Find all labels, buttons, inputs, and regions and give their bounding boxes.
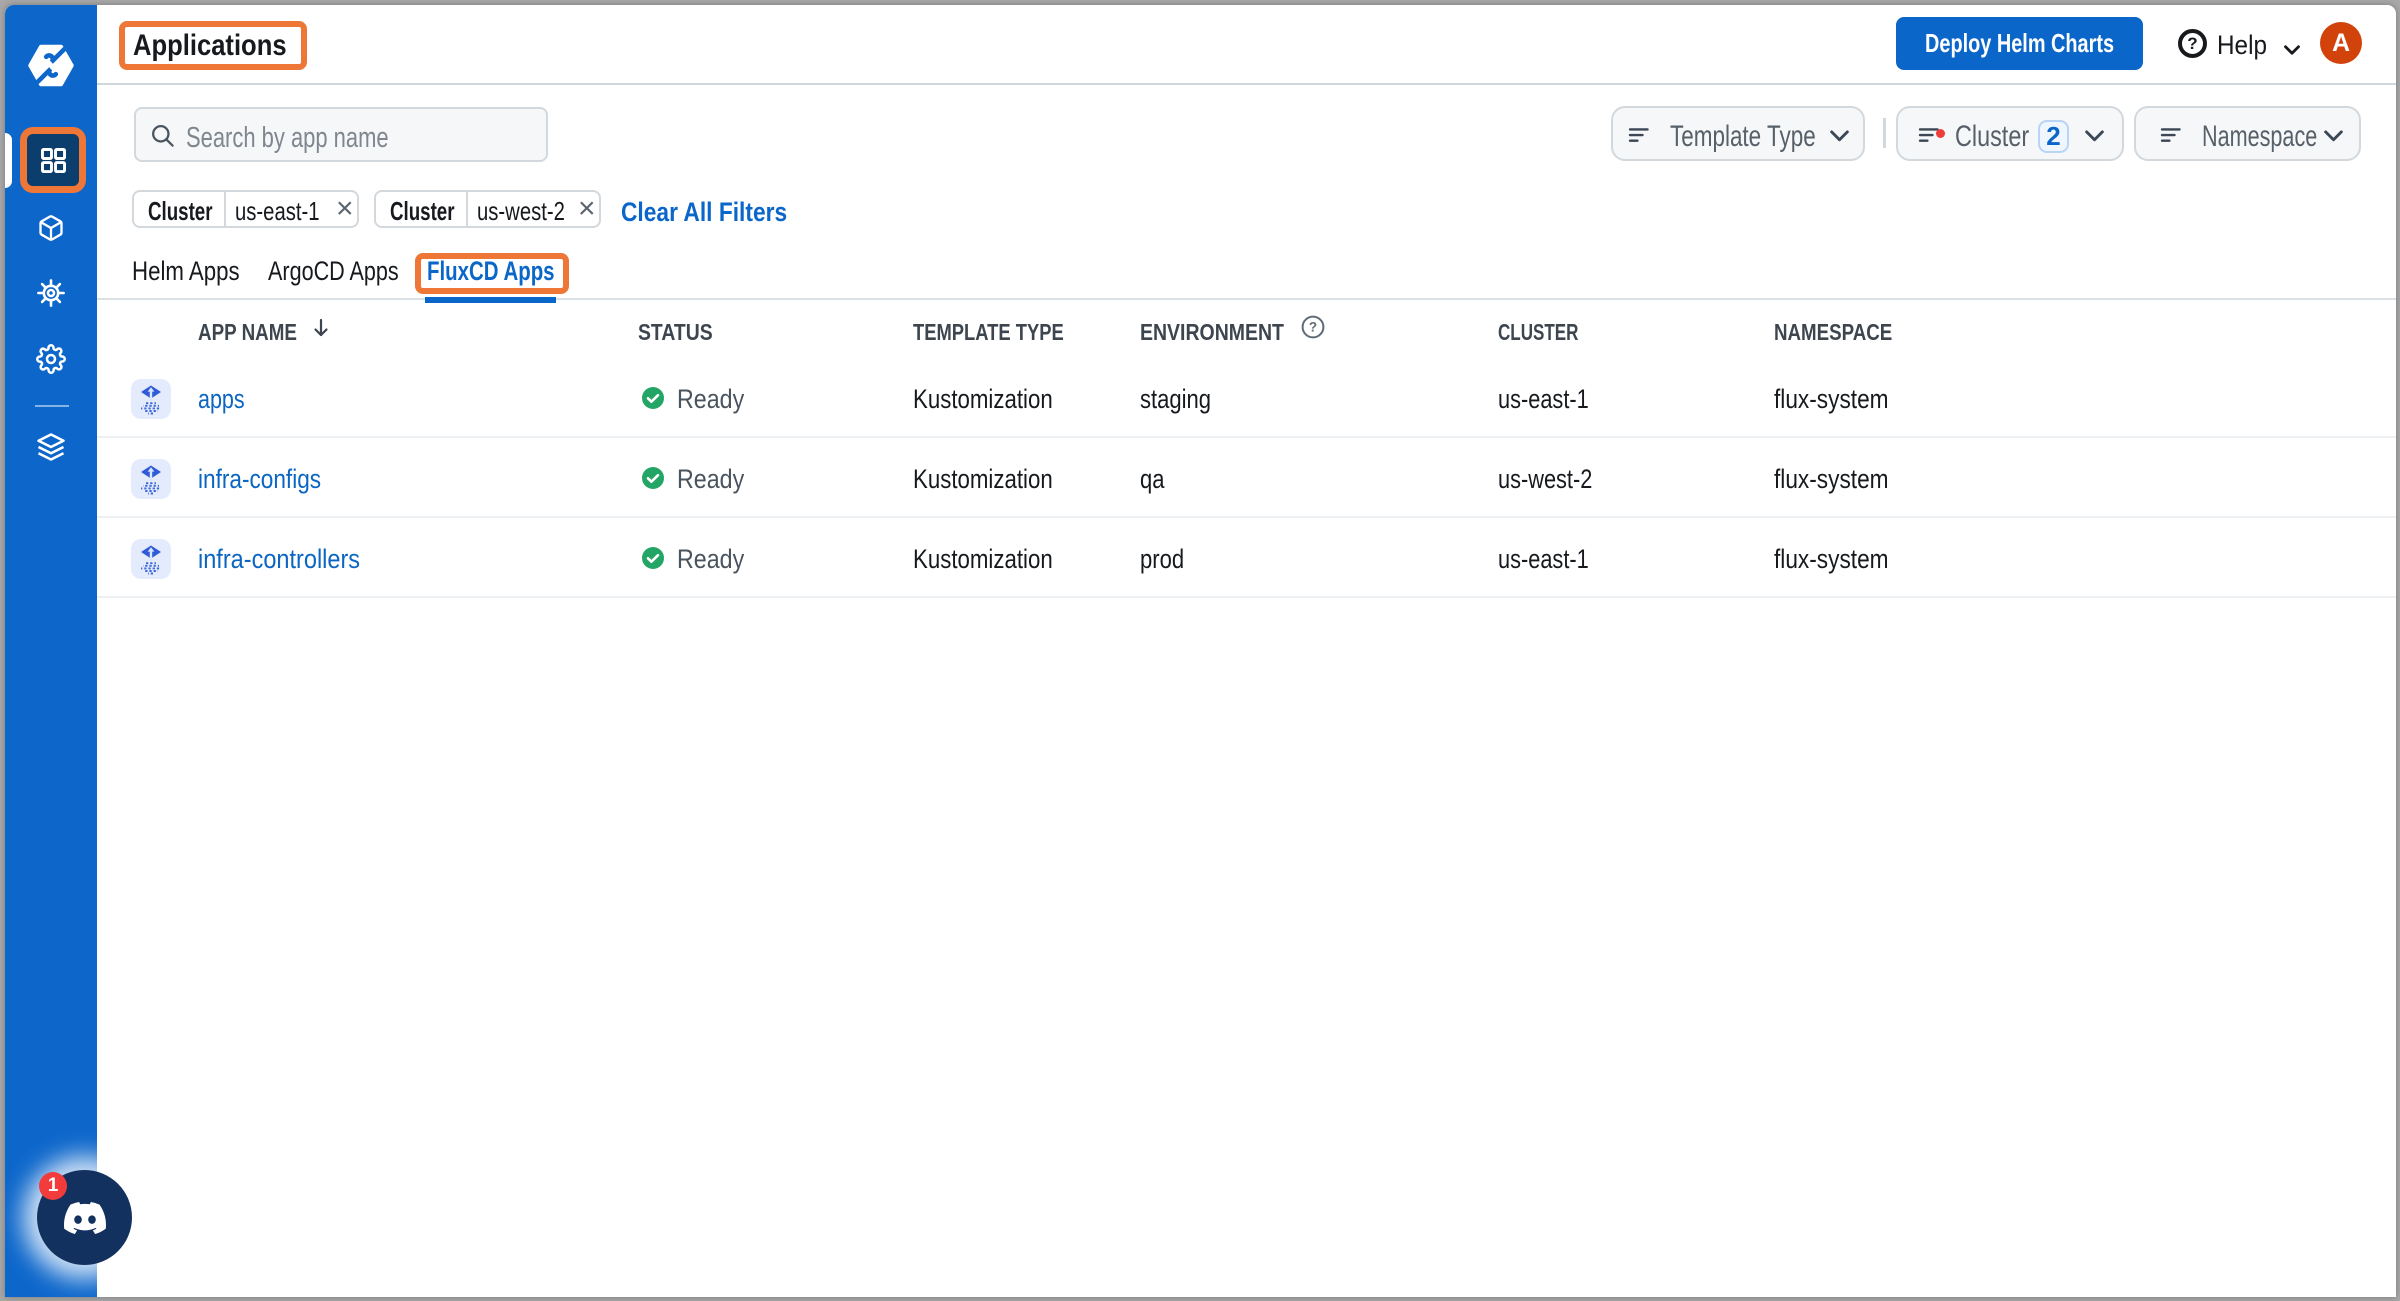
svg-text:?: ?	[1309, 320, 1317, 335]
